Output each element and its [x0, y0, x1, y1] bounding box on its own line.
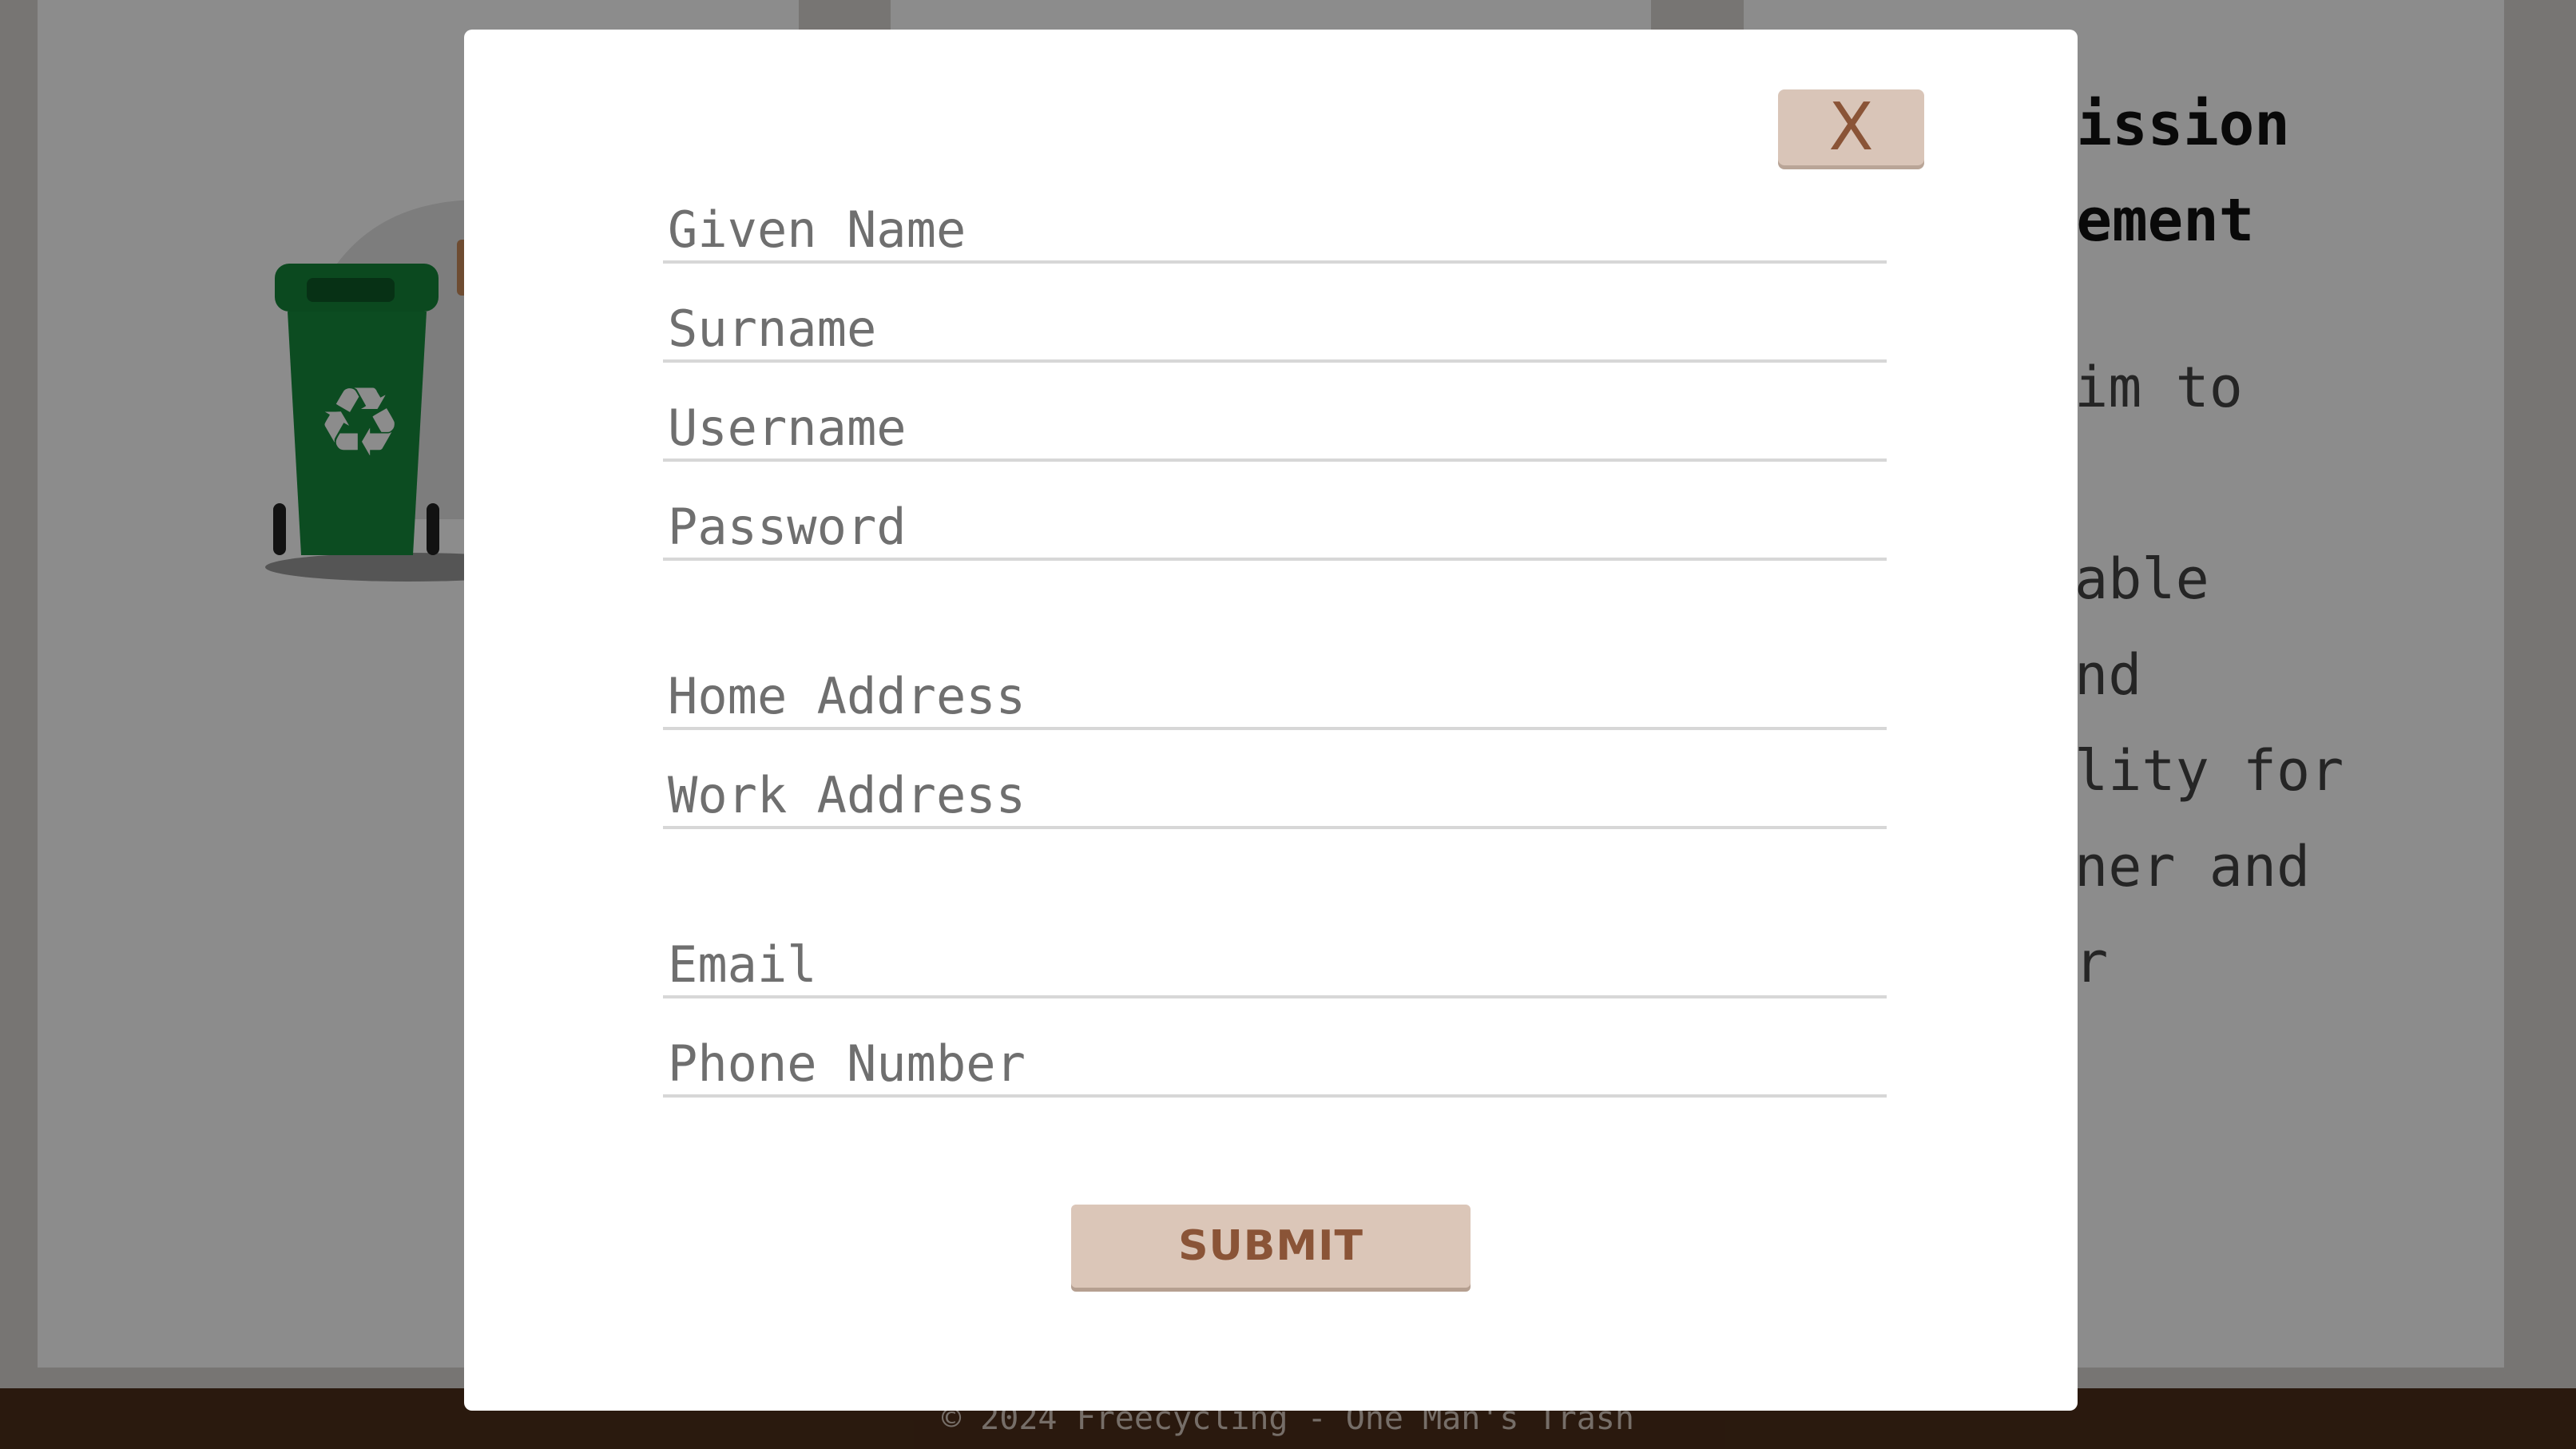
username-input[interactable] [663, 396, 1887, 462]
close-button[interactable]: X [1778, 89, 1924, 165]
phone-number-input[interactable] [663, 1032, 1887, 1098]
given-name-input[interactable] [663, 198, 1887, 264]
password-input[interactable] [663, 495, 1887, 561]
registration-modal: X SUBMIT [464, 30, 2078, 1411]
work-address-input[interactable] [663, 764, 1887, 829]
home-address-input[interactable] [663, 665, 1887, 730]
surname-input[interactable] [663, 297, 1887, 363]
email-input[interactable] [663, 933, 1887, 998]
submit-button[interactable]: SUBMIT [1071, 1205, 1471, 1288]
